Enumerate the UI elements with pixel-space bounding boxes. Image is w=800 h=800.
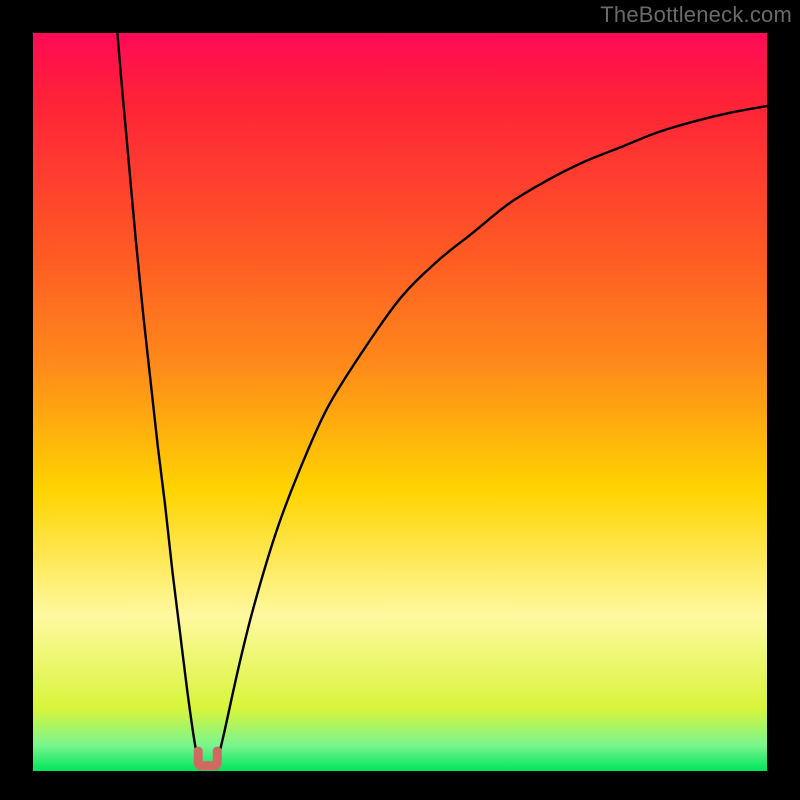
plot-background xyxy=(33,33,767,771)
chart-stage: TheBottleneck.com xyxy=(0,0,800,800)
watermark-text: TheBottleneck.com xyxy=(600,2,792,28)
bottleneck-chart xyxy=(0,0,800,800)
